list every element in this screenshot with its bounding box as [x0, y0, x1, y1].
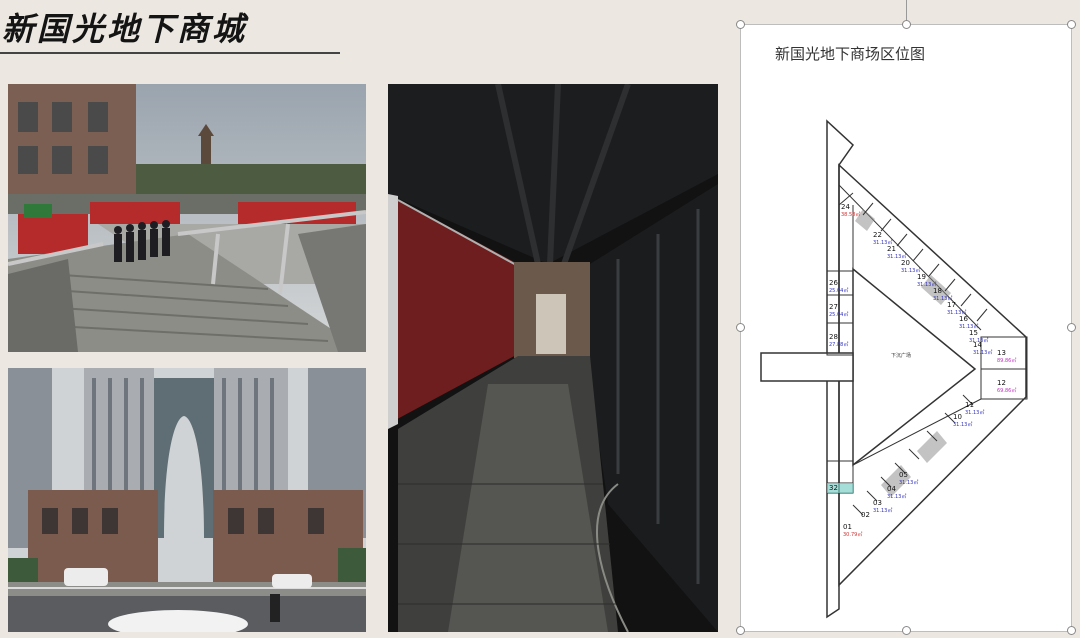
unit-26-area: 25.04㎡: [829, 287, 848, 294]
unit-04-number: 04: [887, 485, 896, 493]
unit-27-number: 27: [829, 303, 838, 311]
unit-19-number: 19: [917, 273, 926, 281]
unit-11-number: 11: [965, 401, 974, 409]
unit-24-number: 24: [841, 203, 850, 211]
unit-01-area: 30.79㎡: [843, 531, 862, 538]
unit-27-area: 25.04㎡: [829, 311, 848, 318]
unit-28-area: 27.88㎡: [829, 341, 848, 348]
unit-12-area: 69.86㎡: [997, 387, 1016, 394]
resize-handle-bm[interactable]: [902, 626, 911, 635]
title-underline: [0, 52, 340, 54]
unit-03-number: 03: [873, 499, 882, 507]
unit-22-number: 22: [873, 231, 882, 239]
unit-13-area: 89.86㎡: [997, 357, 1016, 364]
unit-28-number: 28: [829, 333, 838, 341]
unit-03-area: 31.13㎡: [873, 507, 892, 514]
unit-24-area: 38.58㎡: [841, 211, 860, 218]
unit-20-number: 20: [901, 259, 910, 267]
unit-05-area: 31.13㎡: [899, 479, 918, 486]
unit-04-area: 31.13㎡: [887, 493, 906, 500]
mall-floor-plan: 下沉广场 2438.58㎡ 22 31.13㎡ 21 31.13㎡ 20 31.13㎡ 19 3…: [760, 119, 1028, 619]
underground-corridor-photo: [388, 84, 718, 632]
resize-handle-tm[interactable]: [902, 20, 911, 29]
unit-17-number: 17: [947, 301, 956, 309]
unit-01-number: 01: [843, 523, 852, 531]
unit-16-number: 16: [959, 315, 968, 323]
resize-handle-mr[interactable]: [1067, 323, 1076, 332]
unit-32-number: 32: [829, 484, 838, 492]
unit-18-number: 18: [933, 287, 942, 295]
location-map-panel[interactable]: 新国光地下商场区位图 下沉广场 24 38.58㎡ 22 31.13㎡ 21 3…: [740, 24, 1072, 632]
unit-10-number: 10: [953, 413, 962, 421]
resize-handle-ml[interactable]: [736, 323, 745, 332]
unit-11-area: 31.13㎡: [965, 409, 984, 416]
unit-14-area: 31.13㎡: [973, 349, 992, 356]
arch-towers-photo: [8, 368, 366, 632]
resize-handle-tl[interactable]: [736, 20, 745, 29]
unit-12-number: 12: [997, 379, 1006, 387]
resize-handle-bl[interactable]: [736, 626, 745, 635]
unit-15-number: 15: [969, 329, 978, 337]
unit-21-number: 21: [887, 245, 896, 253]
page-title: 新国光地下商城: [2, 10, 248, 48]
unit-05-number: 05: [899, 471, 908, 479]
resize-handle-tr[interactable]: [1067, 20, 1076, 29]
unit-14-number: 14: [973, 341, 982, 349]
west-entrance-corridor: [760, 352, 854, 382]
unit-02-number: 02: [861, 511, 870, 519]
stairs-entrance-photo: [8, 84, 366, 352]
unit-26-number: 26: [829, 279, 838, 287]
resize-handle-br[interactable]: [1067, 626, 1076, 635]
sunken-plaza: [852, 267, 977, 467]
unit-10-area: 31.13㎡: [953, 421, 972, 428]
center-plaza-label: 下沉广场: [891, 352, 911, 359]
unit-13-number: 13: [997, 349, 1006, 357]
